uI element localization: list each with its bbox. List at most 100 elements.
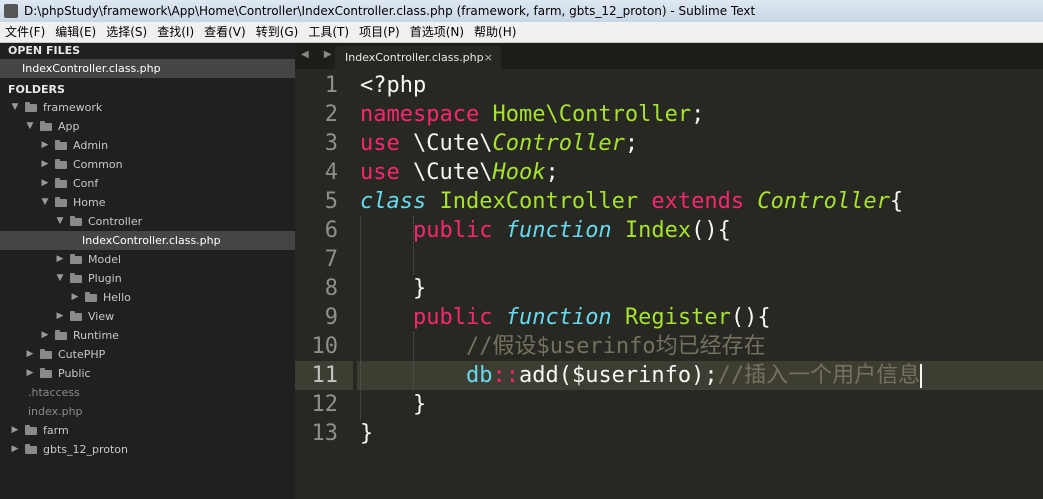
- menu-project[interactable]: 项目(P): [354, 22, 405, 42]
- tree-folder[interactable]: ▶ Hello: [0, 288, 295, 307]
- code-editor[interactable]: 1 <?php 2 namespace Home\Controller; 3 use \C…: [295, 69, 1043, 499]
- code-line[interactable]: 1 <?php: [295, 71, 1043, 100]
- code-text: namespace Home\Controller;: [360, 100, 704, 129]
- open-file-item[interactable]: IndexController.class.php: [0, 59, 295, 78]
- disclosure-expanded-icon[interactable]: ▼: [10, 98, 20, 117]
- tree-folder[interactable]: ▼ Home: [0, 193, 295, 212]
- disclosure-collapsed-icon[interactable]: ▶: [40, 136, 50, 155]
- disclosure-collapsed-icon[interactable]: ▶: [55, 307, 65, 326]
- code-token: \Cute\: [399, 160, 493, 185]
- disclosure-expanded-icon[interactable]: ▼: [55, 212, 65, 231]
- tree-folder[interactable]: ▶ CutePHP: [0, 345, 295, 364]
- open-file-label: IndexController.class.php: [22, 62, 161, 75]
- code-line[interactable]: 5 class IndexController extends Controlle…: [295, 187, 1043, 216]
- code-token: ;: [624, 131, 639, 156]
- code-line[interactable]: 6 public function Index(){: [295, 216, 1043, 245]
- tree-folder[interactable]: ▶ Model: [0, 250, 295, 269]
- code-token: Hook: [492, 160, 546, 185]
- menu-file[interactable]: 文件(F): [0, 22, 50, 42]
- line-number: 2: [324, 102, 338, 127]
- tree-item-label: .htaccess: [28, 386, 80, 399]
- code-line[interactable]: 2 namespace Home\Controller;: [295, 100, 1043, 129]
- open-files-header: OPEN FILES: [8, 44, 81, 57]
- menu-goto[interactable]: 转到(G): [251, 22, 304, 42]
- folders-header: FOLDERS: [8, 83, 65, 96]
- disclosure-collapsed-icon[interactable]: ▶: [25, 345, 35, 364]
- code-line[interactable]: 8 }: [295, 274, 1043, 303]
- menu-help[interactable]: 帮助(H): [469, 22, 521, 42]
- tree-folder[interactable]: ▼ Plugin: [0, 269, 295, 288]
- tree-folder[interactable]: ▼ framework: [0, 98, 295, 117]
- menu-preferences[interactable]: 首选项(N): [405, 22, 469, 42]
- disclosure-expanded-icon[interactable]: ▼: [55, 269, 65, 288]
- tree-folder[interactable]: ▶ Runtime: [0, 326, 295, 345]
- folder-icon: [40, 349, 52, 359]
- disclosure-collapsed-icon[interactable]: ▶: [40, 174, 50, 193]
- tree-item-label: CutePHP: [58, 348, 106, 361]
- folder-icon: [25, 444, 37, 454]
- menu-edit[interactable]: 编辑(E): [50, 22, 101, 42]
- tree-folder[interactable]: ▼ App: [0, 117, 295, 136]
- code-token: use: [360, 131, 400, 156]
- code-token: <?php: [360, 73, 427, 98]
- menu-selection[interactable]: 选择(S): [101, 22, 152, 42]
- folder-tree: ▼ framework ▼ App ▶ Admin ▶ Common ▶ Conf ▼ Home ▼ Co…: [0, 98, 295, 459]
- tab-nav-arrows[interactable]: ◀ ▶: [301, 43, 338, 67]
- disclosure-collapsed-icon[interactable]: ▶: [70, 288, 80, 307]
- disclosure-expanded-icon[interactable]: ▼: [40, 193, 50, 212]
- tree-item-label: Conf: [73, 177, 99, 190]
- disclosure-expanded-icon[interactable]: ▼: [25, 117, 35, 136]
- tree-file[interactable]: IndexController.class.php: [0, 231, 295, 250]
- code-token: function: [505, 305, 612, 330]
- tree-file[interactable]: index.php: [0, 402, 295, 421]
- menu-find[interactable]: 查找(I): [152, 22, 199, 42]
- code-token: }: [360, 392, 427, 417]
- code-line[interactable]: 13}: [295, 419, 1043, 448]
- tree-folder[interactable]: ▶ Conf: [0, 174, 295, 193]
- disclosure-collapsed-icon[interactable]: ▶: [40, 155, 50, 174]
- code-token: use: [360, 160, 400, 185]
- tree-folder[interactable]: ▶ Admin: [0, 136, 295, 155]
- folder-icon: [55, 330, 67, 340]
- code-token: IndexController: [439, 189, 639, 214]
- folder-icon: [40, 121, 52, 131]
- code-line[interactable]: 12 }: [295, 390, 1043, 419]
- tab-indexcontroller[interactable]: IndexController.class.php ×: [335, 46, 501, 69]
- tree-folder[interactable]: ▶ farm: [0, 421, 295, 440]
- code-text: db::add($userinfo);//插入一个用户信息: [360, 361, 923, 390]
- disclosure-collapsed-icon[interactable]: ▶: [55, 250, 65, 269]
- folder-icon: [85, 292, 97, 302]
- tree-item-label: index.php: [28, 405, 83, 418]
- title-bar: D:\phpStudy\framework\App\Home\Controlle…: [0, 0, 1043, 22]
- sublime-app-icon: [4, 4, 18, 18]
- code-line[interactable]: 4 use \Cute\Hook;: [295, 158, 1043, 187]
- tree-file[interactable]: .htaccess: [0, 383, 295, 402]
- code-line[interactable]: 10 //假设$userinfo均已经存在: [295, 332, 1043, 361]
- code-line[interactable]: 9 public function Register(){: [295, 303, 1043, 332]
- tree-folder[interactable]: ▶ Public: [0, 364, 295, 383]
- menu-tools[interactable]: 工具(T): [303, 22, 354, 42]
- indent-guide: [413, 216, 414, 274]
- disclosure-collapsed-icon[interactable]: ▶: [10, 440, 20, 459]
- code-text: use \Cute\Controller;: [360, 129, 638, 158]
- tab-label: IndexController.class.php: [345, 51, 484, 64]
- tree-folder[interactable]: ▶ Common: [0, 155, 295, 174]
- code-line[interactable]: 11 db::add($userinfo);//插入一个用户信息: [295, 361, 1043, 390]
- tree-item-label: Plugin: [88, 272, 122, 285]
- tree-folder[interactable]: ▼ Controller: [0, 212, 295, 231]
- folder-icon: [70, 216, 82, 226]
- tree-folder[interactable]: ▶ View: [0, 307, 295, 326]
- tree-folder[interactable]: ▶ gbts_12_proton: [0, 440, 295, 459]
- disclosure-collapsed-icon[interactable]: ▶: [10, 421, 20, 440]
- disclosure-collapsed-icon[interactable]: ▶: [40, 326, 50, 345]
- line-number: 9: [324, 305, 338, 330]
- code-token: ;: [545, 160, 559, 185]
- code-line[interactable]: 7: [295, 245, 1043, 274]
- menu-view[interactable]: 查看(V): [199, 22, 251, 42]
- disclosure-collapsed-icon[interactable]: ▶: [25, 364, 35, 383]
- code-line[interactable]: 3 use \Cute\Controller;: [295, 129, 1043, 158]
- line-number: 8: [324, 276, 338, 301]
- tab-close-icon[interactable]: ×: [484, 46, 493, 69]
